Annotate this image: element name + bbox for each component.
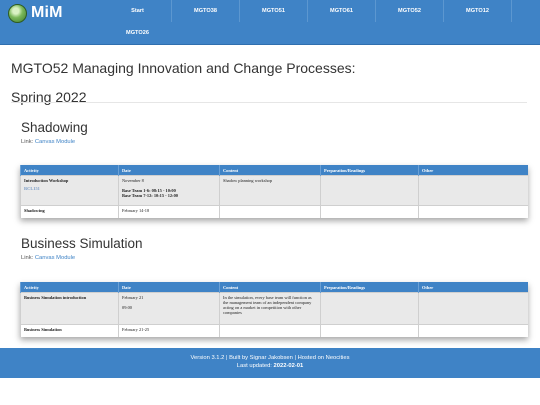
nav-item-mgto61[interactable]: MGTO61 <box>308 0 376 22</box>
nav-menu: Start MGTO38 MGTO51 MGTO61 MGTO52 MGTO12… <box>104 0 512 36</box>
footer-updated: Last updated: 2022-02-01 <box>0 362 540 370</box>
date-line: 09:00 <box>122 305 133 310</box>
globe-logo-icon <box>8 3 27 23</box>
cell-content <box>219 324 321 337</box>
table-row: Business Simulation introduction Februar… <box>20 292 528 325</box>
cell-other <box>418 205 528 218</box>
col-header-date: Date <box>118 282 220 293</box>
page-footer: Version 3.1.2 | Built by Signar Jakobsen… <box>0 348 540 378</box>
cell-activity: Shadowing <box>20 205 119 218</box>
footer-credits: Version 3.1.2 | Built by Signar Jakobsen… <box>190 355 350 361</box>
table-row: Shadowing February 14-18 <box>20 205 528 218</box>
col-header-other: Other <box>418 165 528 176</box>
cell-preparation <box>320 175 419 206</box>
title-divider <box>11 102 527 103</box>
section-link-line-shadowing: Link: Canvas Module <box>21 139 75 145</box>
cell-other <box>418 324 528 337</box>
updated-label: Last updated: <box>236 363 272 369</box>
section-heading-business-simulation: Business Simulation <box>21 236 143 251</box>
nav-item-start[interactable]: Start <box>104 0 172 22</box>
date-value: November 8 <box>122 178 144 183</box>
cell-other <box>418 175 528 206</box>
nav-item-mgto51[interactable]: MGTO51 <box>240 0 308 22</box>
cell-other <box>418 292 528 325</box>
table-row: Business Simulation February 21-25 <box>20 324 528 337</box>
section-heading-shadowing: Shadowing <box>21 120 88 135</box>
room-link[interactable]: RCL151 <box>24 186 115 191</box>
updated-date: 2022-02-01 <box>273 363 304 369</box>
nav-item-mgto52[interactable]: MGTO52 <box>376 0 444 22</box>
cell-date: February 21-25 <box>118 324 220 337</box>
date-line: Base Team 7-12: 10:15 - 12:00 <box>122 193 178 198</box>
page-title-line2: Spring 2022 <box>11 89 87 105</box>
cell-date: February 14-18 <box>118 205 220 218</box>
col-header-date: Date <box>118 165 220 176</box>
col-header-activity: Activity <box>20 282 119 293</box>
table-header-row: Activity Date Content Preparation/Readin… <box>20 165 528 176</box>
table-header-row: Activity Date Content Preparation/Readin… <box>20 282 528 293</box>
cell-activity: Business Simulation introduction <box>20 292 119 325</box>
cell-activity: Business Simulation <box>20 324 119 337</box>
cell-content: Shadow planning workshop <box>219 175 321 206</box>
canvas-module-link[interactable]: Canvas Module <box>35 139 75 145</box>
cell-content: In the simulation, every base team will … <box>219 292 321 325</box>
date-value: February 21 <box>122 295 144 300</box>
page-title: MGTO52 Managing Innovation and Change Pr… <box>11 57 511 108</box>
col-header-content: Content <box>219 282 321 293</box>
activity-name: Introduction Workshop <box>24 178 69 183</box>
col-header-content: Content <box>219 165 321 176</box>
cell-preparation <box>320 324 419 337</box>
table-row: Introduction Workshop RCL151 November 8 … <box>20 175 528 206</box>
col-header-other: Other <box>418 282 528 293</box>
brand[interactable]: MiM <box>8 3 63 23</box>
brand-name: MiM <box>31 4 63 21</box>
page-title-line1: MGTO52 Managing Innovation and Change Pr… <box>11 60 356 76</box>
col-header-preparation: Preparation/Readings <box>320 165 419 176</box>
cell-preparation <box>320 292 419 325</box>
link-prefix: Link: <box>21 255 34 261</box>
cell-preparation <box>320 205 419 218</box>
schedule-table-shadowing: Activity Date Content Preparation/Readin… <box>20 165 528 218</box>
top-navbar: MiM Start MGTO38 MGTO51 MGTO61 MGTO52 MG… <box>0 0 540 45</box>
col-header-preparation: Preparation/Readings <box>320 282 419 293</box>
nav-item-mgto38[interactable]: MGTO38 <box>172 0 240 22</box>
cell-content <box>219 205 321 218</box>
section-link-line-business-simulation: Link: Canvas Module <box>21 255 75 261</box>
link-prefix: Link: <box>21 139 34 145</box>
nav-item-mgto26[interactable]: MGTO26 <box>104 22 171 44</box>
nav-item-mgto12[interactable]: MGTO12 <box>444 0 512 22</box>
canvas-module-link[interactable]: Canvas Module <box>35 255 75 261</box>
col-header-activity: Activity <box>20 165 119 176</box>
cell-date: February 21 09:00 <box>118 292 220 325</box>
schedule-table-business-simulation: Activity Date Content Preparation/Readin… <box>20 282 528 337</box>
cell-activity: Introduction Workshop RCL151 <box>20 175 119 206</box>
cell-date: November 8 Base Team 1-6: 08:15 - 10:00 … <box>118 175 220 206</box>
